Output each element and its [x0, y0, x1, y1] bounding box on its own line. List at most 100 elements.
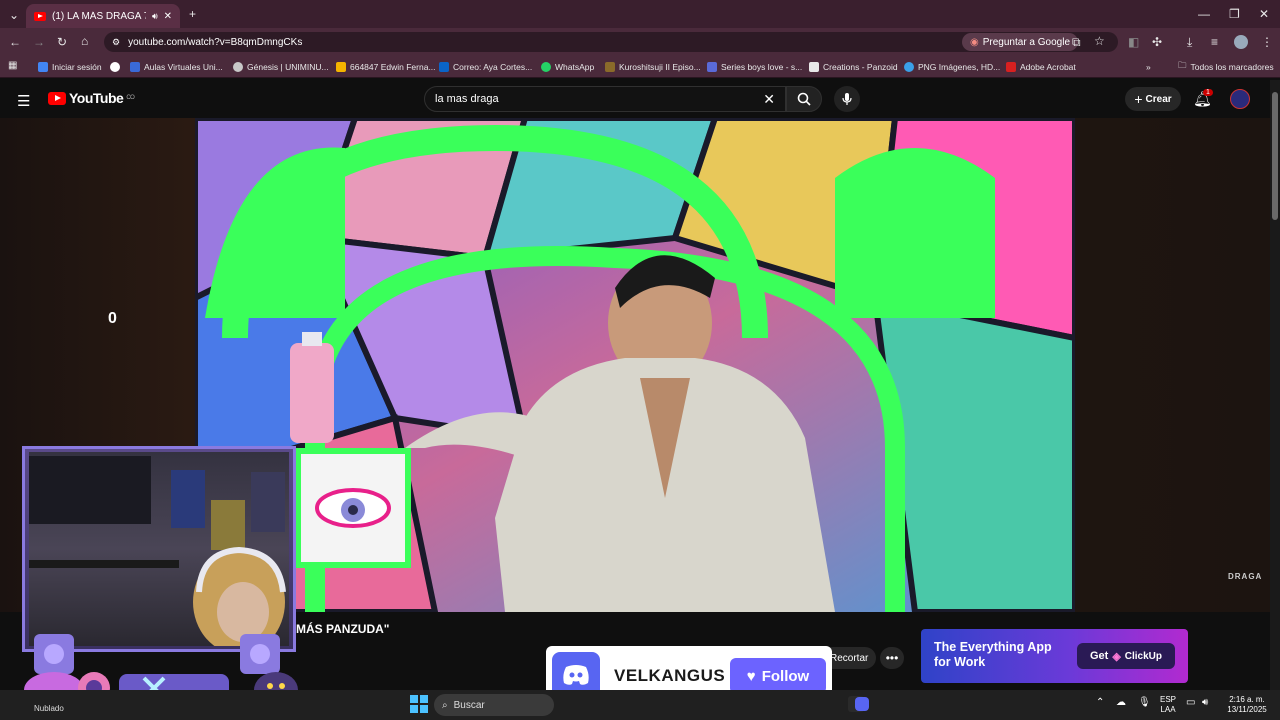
apps-grid-icon[interactable]: ▦: [8, 61, 17, 71]
ask-google-button[interactable]: ◉ Preguntar a Google: [962, 33, 1079, 51]
notification-count-badge: 1: [1203, 89, 1213, 96]
minimize-button[interactable]: —: [1198, 8, 1210, 20]
bookmarks-overflow-icon[interactable]: »: [1146, 58, 1151, 76]
bookmark-8[interactable]: Creations - Panzoid: [809, 58, 898, 76]
ad-text: The Everything App for Work: [934, 640, 1052, 670]
user-avatar[interactable]: [1230, 89, 1250, 109]
clear-search-icon[interactable]: ✕: [763, 91, 775, 108]
extensions-puzzle-icon[interactable]: ✣: [1152, 36, 1162, 48]
extension-icon[interactable]: ◧: [1128, 36, 1139, 48]
bookmark-label: PNG Imágenes, HD...: [918, 62, 1001, 72]
clock[interactable]: 2:16 a. m. 13/11/2025: [1222, 695, 1272, 715]
video-frame[interactable]: [195, 118, 1075, 612]
ask-google-label: Preguntar a Google: [982, 36, 1071, 48]
whatsapp-icon: [541, 62, 551, 72]
youtube-logo[interactable]: YouTube CO: [48, 90, 135, 106]
bookmark-star-icon[interactable]: ☆: [1094, 35, 1105, 47]
bookmark-4[interactable]: Correo: Aya Cortes...: [439, 58, 532, 76]
bookmark-label: WhatsApp: [555, 62, 595, 72]
follow-button[interactable]: ♥ Follow: [730, 658, 826, 694]
volume-icon[interactable]: 🔊︎: [1202, 697, 1208, 708]
ad-subline: for Work: [934, 655, 986, 669]
bookmark-10[interactable]: Adobe Acrobat: [1006, 58, 1076, 76]
url-text: youtube.com/watch?v=B8qmDmngCKs: [128, 36, 303, 48]
install-icon[interactable]: ⧉: [1072, 36, 1081, 48]
channel-name: VELKANGUS: [614, 666, 726, 685]
network-icon[interactable]: ☁︎: [1116, 697, 1126, 708]
search-button[interactable]: [786, 86, 822, 112]
profile-avatar[interactable]: [1234, 35, 1248, 49]
all-bookmarks[interactable]: 🗀︎ Todos los marcadores: [1178, 58, 1274, 76]
tab-search-icon[interactable]: ⌄: [9, 9, 19, 21]
home-icon[interactable]: ⌂: [81, 35, 88, 47]
heart-icon: ♥: [746, 667, 756, 685]
tab-title: (1) LA MÁS DRAGA 7 : Cap: [52, 10, 146, 22]
back-icon[interactable]: ←: [9, 36, 21, 48]
youtube-favicon-icon: [34, 11, 46, 21]
reload-icon[interactable]: ↻: [57, 36, 67, 48]
search-input[interactable]: la mas draga ✕: [424, 86, 786, 112]
chrome-menu-icon[interactable]: ⋮: [1261, 36, 1273, 48]
create-label: Crear: [1145, 93, 1172, 105]
youtube-play-icon: [48, 91, 66, 105]
bookmark-icon: [605, 62, 615, 72]
bookmark-1[interactable]: Aulas Virtuales Uni...: [130, 58, 223, 76]
bookmark-label: Series boys love - s...: [721, 62, 803, 72]
bookmark-icon: [130, 62, 140, 72]
close-window-button[interactable]: ✕: [1259, 8, 1269, 20]
draga-watermark: DRAGA: [1228, 572, 1263, 581]
webcam-feed: [29, 452, 289, 654]
language-indicator[interactable]: ESP LAA: [1158, 695, 1178, 715]
tab-close-icon[interactable]: ✕: [164, 11, 172, 22]
forward-icon[interactable]: →: [33, 36, 45, 48]
scrollbar-thumb[interactable]: [1272, 92, 1278, 220]
clock-time: 2:16 a. m.: [1229, 695, 1265, 704]
bookmark-9[interactable]: PNG Imágenes, HD...: [904, 58, 1000, 76]
clock-date: 13/11/2025: [1227, 705, 1267, 714]
bookmark-7[interactable]: Series boys love - s...: [707, 58, 802, 76]
hamburger-menu-icon[interactable]: ☰: [17, 92, 30, 110]
bookmark-2[interactable]: Génesis | UNIMINU...: [233, 58, 329, 76]
restore-button[interactable]: ❐: [1229, 8, 1240, 20]
bookmark-0[interactable]: Iniciar sesión: [38, 58, 102, 76]
display-icon[interactable]: ▭: [1186, 697, 1195, 708]
video-title: MÁS PANZUDA": [296, 622, 390, 636]
ad-get-button[interactable]: Get ◈ ClickUp: [1077, 643, 1175, 669]
taskbar-search[interactable]: ⌕ Buscar: [434, 694, 554, 716]
media-queue-icon[interactable]: ≡: [1211, 36, 1218, 48]
bookmark-label: Adobe Acrobat: [1020, 62, 1076, 72]
browser-tab-active[interactable]: (1) LA MÁS DRAGA 7 : Cap 🔊︎ ✕: [26, 4, 180, 28]
windows-logo-icon: [410, 695, 428, 713]
outlook-icon: [439, 62, 449, 72]
more-actions-button[interactable]: •••: [880, 647, 904, 669]
bookmark-icon: [38, 62, 48, 72]
windows-start-icon[interactable]: [410, 695, 428, 713]
video-scene-image: [195, 118, 1075, 612]
bookmark-label: Correo: Aya Cortes...: [453, 62, 533, 72]
webcam-scene-image: [29, 456, 286, 654]
taskbar-search-label: Buscar: [453, 699, 485, 711]
folder-icon: 🗀︎: [1178, 60, 1187, 70]
bookmark-label: Kuroshitsuji II Episo...: [619, 62, 701, 72]
tray-overflow-icon[interactable]: ⌃: [1096, 697, 1104, 708]
search-value: la mas draga: [435, 93, 499, 105]
all-bookmarks-label: Todos los marcadores: [1190, 62, 1274, 72]
discord-taskbar-icon[interactable]: [855, 697, 869, 711]
google-lens-icon: ◉: [970, 36, 979, 48]
bookmark-google[interactable]: [110, 58, 120, 76]
voice-search-button[interactable]: [834, 86, 860, 112]
lang-bottom: LAA: [1160, 705, 1176, 714]
bookmark-6[interactable]: Kuroshitsuji II Episo...: [605, 58, 701, 76]
bookmark-5[interactable]: WhatsApp: [541, 58, 594, 76]
site-info-icon[interactable]: ⚙︎: [112, 37, 120, 48]
create-button[interactable]: + Crear: [1125, 87, 1181, 111]
taskbar-search-icon: ⌕: [442, 699, 448, 711]
audio-icon[interactable]: 🔊︎: [152, 11, 158, 22]
microphone-tray-icon[interactable]: 🎙︎: [1138, 697, 1151, 708]
bookmark-icon: [707, 62, 717, 72]
downloads-icon[interactable]: ⤓: [1187, 36, 1192, 48]
bookmark-3[interactable]: 664847 Edwin Ferna...: [336, 58, 436, 76]
bookmark-icon: [233, 62, 243, 72]
new-tab-button[interactable]: +: [189, 8, 196, 20]
more-icon: •••: [885, 651, 899, 665]
